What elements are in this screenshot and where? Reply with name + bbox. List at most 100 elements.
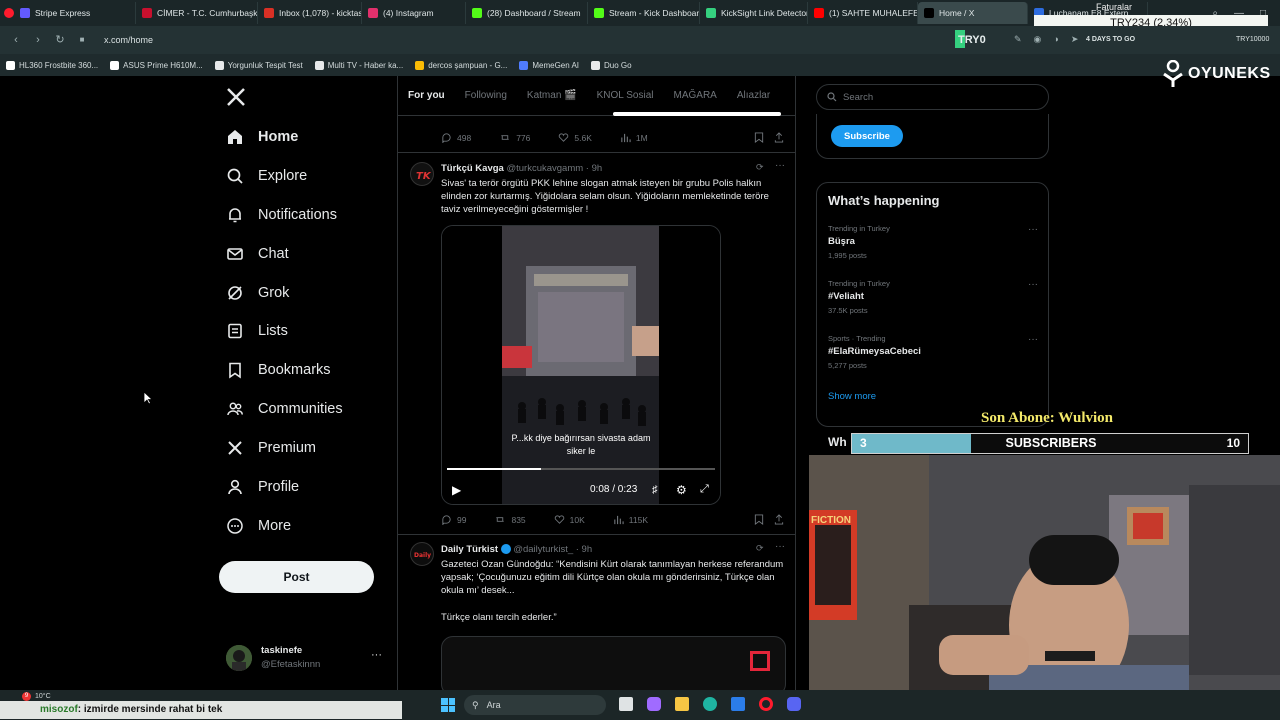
nav-item-more[interactable]: More	[226, 511, 291, 541]
browser-tab[interactable]: (28) Dashboard / Stream	[466, 2, 588, 24]
post-button[interactable]: Post	[219, 561, 374, 593]
tweet-avatar[interactable]: Daily	[410, 542, 434, 566]
trend-more-icon[interactable]: ···	[1028, 224, 1038, 235]
bookmark-tweet-icon[interactable]	[754, 514, 764, 527]
weather-widget[interactable]: 9 10°C	[22, 692, 51, 701]
trend-item[interactable]: Sports · Trending #ElaRümeysaCebeci 5,277 …	[828, 334, 1038, 370]
nav-item-lists[interactable]: Lists	[226, 316, 288, 346]
nav-item-notifications[interactable]: Notifications	[226, 200, 337, 230]
nav-item-bookmarks[interactable]: Bookmarks	[226, 355, 331, 385]
nav-item-home[interactable]: Home	[226, 122, 298, 152]
bookmark-icon	[226, 361, 244, 379]
show-more-link[interactable]: Show more	[828, 391, 876, 402]
grok-tweet-icon[interactable]: ⟳	[756, 162, 764, 173]
like-count: 5.6K	[574, 132, 592, 143]
edit-icon[interactable]: ✎	[1014, 34, 1022, 45]
repost-button[interactable]: 835	[494, 514, 526, 525]
search-input[interactable]: Search	[816, 84, 1049, 110]
tweet-author-name[interactable]: Türkçü Kavga	[441, 163, 504, 174]
account-switcher[interactable]: taskinefe @Efetaskinnn ···	[226, 643, 386, 673]
volume-icon[interactable]: ♯	[652, 484, 658, 496]
account-more-icon[interactable]: ···	[371, 649, 382, 661]
share-icon[interactable]	[774, 132, 784, 145]
reply-button[interactable]: 498	[441, 132, 471, 143]
nav-item-explore[interactable]: Explore	[226, 161, 307, 191]
bookmark-tweet-icon[interactable]	[754, 132, 764, 145]
forward-icon[interactable]: ›	[32, 34, 44, 46]
fullscreen-icon[interactable]: ⤢	[700, 483, 709, 496]
camera-icon[interactable]: ◉	[1034, 34, 1042, 45]
nav-item-profile[interactable]: Profile	[226, 472, 299, 502]
trend-more-icon[interactable]: ···	[1028, 279, 1038, 290]
bookmark-item[interactable]: dercos şampuan - G...	[415, 60, 507, 70]
tweet-author-name[interactable]: Daily Türkist	[441, 544, 498, 555]
tweet-media[interactable]	[441, 636, 786, 690]
repost-icon	[496, 517, 505, 522]
bookmark-item[interactable]: Duo Go	[591, 60, 632, 70]
browser-tab[interactable]: (4) Instagram	[362, 2, 466, 24]
feed-tab[interactable]: KNOL Sosial	[597, 90, 654, 101]
bookmark-item[interactable]: HL360 Frostbite 360...	[6, 60, 98, 70]
browser-tab[interactable]: KickSight Link Detector	[700, 2, 808, 24]
file-explorer-icon[interactable]	[675, 697, 689, 711]
repost-button[interactable]: 776	[499, 132, 530, 143]
feed-tab[interactable]: Katman 🎬	[527, 90, 577, 101]
store-icon[interactable]	[731, 697, 745, 711]
heart-icon	[559, 133, 569, 142]
taskbar-search[interactable]: ⚲ Ara	[464, 695, 606, 715]
send-icon[interactable]: ➤	[1071, 34, 1079, 45]
bookmark-item[interactable]: Multi TV - Haber ka...	[314, 60, 403, 70]
feed-tab[interactable]: Following	[465, 90, 507, 101]
bookmark-item[interactable]: ASUS Prime H610M...	[110, 60, 203, 70]
tweet-avatar[interactable]: TK	[410, 162, 434, 186]
browser-tab[interactable]: Home / X	[918, 2, 1028, 24]
play-icon[interactable]: ▶	[452, 483, 461, 497]
grok-tweet-icon[interactable]: ⟳	[756, 543, 764, 554]
opera-logo-icon[interactable]	[0, 2, 14, 24]
subscribe-button[interactable]: Subscribe	[831, 125, 903, 147]
settings-icon[interactable]: ⚙	[676, 483, 687, 497]
tweet-more-icon[interactable]: ···	[775, 541, 785, 552]
reply-button[interactable]: 99	[441, 514, 466, 525]
browser-tab[interactable]: (1) SAHTE MUHALEFET ve	[808, 2, 918, 24]
tweet-text-2: Türkçe olanı tercih ederler.”	[441, 612, 557, 623]
browser-tab[interactable]: Inbox (1,078) - kicktaskin	[258, 2, 362, 24]
like-button[interactable]: 5.6K	[558, 132, 592, 143]
task-view-icon[interactable]	[619, 697, 633, 711]
windows-start-icon[interactable]	[441, 698, 455, 712]
nav-item-grok[interactable]: Grok	[226, 278, 289, 308]
bookmark-item[interactable]: Yorgunluk Tespit Test	[214, 60, 303, 70]
trend-item[interactable]: Trending in Turkey Büşra 1,995 posts ···	[828, 224, 1038, 260]
browser-tab[interactable]: Stream - Kick Dashboard	[588, 2, 700, 24]
feed-tab[interactable]: Alıazlar	[737, 90, 770, 101]
shield-icon[interactable]: ◑	[1053, 34, 1058, 45]
back-icon[interactable]: ‹	[10, 34, 22, 46]
browser-tab[interactable]: Stripe Express	[14, 2, 136, 24]
tweet-video[interactable]: P...kk diye bağırırsan sivasta adam sike…	[441, 225, 721, 505]
nav-item-premium[interactable]: Premium	[226, 433, 316, 463]
video-progress[interactable]	[447, 468, 715, 470]
feed-tab[interactable]: MAĞARA	[674, 90, 717, 101]
nav-item-communities[interactable]: Communities	[226, 394, 343, 424]
opera-icon[interactable]	[759, 697, 773, 711]
discord-icon[interactable]	[787, 697, 801, 711]
copilot-icon[interactable]	[647, 697, 661, 711]
who-to-follow-partial: Wh	[828, 435, 847, 449]
views-button[interactable]: 115K	[613, 514, 648, 525]
edge-icon[interactable]	[703, 697, 717, 711]
tweet-more-icon[interactable]: ···	[775, 160, 785, 171]
share-icon[interactable]	[774, 514, 784, 527]
views-button[interactable]: 1M	[620, 132, 648, 143]
trend-item[interactable]: Trending in Turkey #Veliaht 37.5K posts ···	[828, 279, 1038, 315]
x-logo-icon[interactable]	[226, 87, 246, 107]
nav-item-chat[interactable]: Chat	[226, 239, 289, 269]
feed-tab[interactable]: For you	[408, 90, 445, 101]
home-icon	[226, 128, 244, 146]
url-field[interactable]: x.com/home	[104, 35, 153, 45]
reload-icon[interactable]: ↻	[54, 34, 66, 46]
like-button[interactable]: 10K	[554, 514, 585, 525]
browser-tab[interactable]: CİMER - T.C. Cumhurbaşk	[136, 2, 258, 24]
trend-more-icon[interactable]: ···	[1028, 334, 1038, 345]
days-to-go: 4 DAYS TO GO	[1086, 36, 1136, 43]
bookmark-item[interactable]: MemeGen AI	[519, 60, 579, 70]
